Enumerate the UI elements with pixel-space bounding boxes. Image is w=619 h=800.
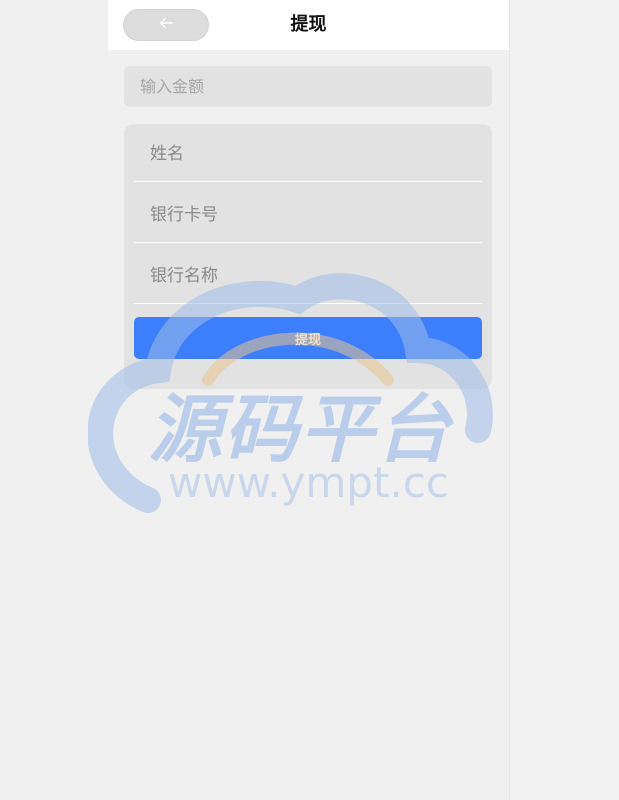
left-background <box>0 0 108 800</box>
bank-name-input[interactable] <box>134 249 482 304</box>
arrow-left-icon <box>157 14 175 36</box>
back-button[interactable] <box>123 9 209 41</box>
name-input[interactable] <box>134 127 482 182</box>
withdraw-page: 提现 提现 <box>108 0 509 800</box>
header-bar: 提现 <box>108 0 509 50</box>
withdraw-submit-button[interactable]: 提现 <box>134 317 482 359</box>
bank-info-card: 提现 <box>124 124 492 389</box>
amount-input[interactable] <box>124 66 492 107</box>
right-background <box>509 0 619 800</box>
card-number-input[interactable] <box>134 188 482 243</box>
